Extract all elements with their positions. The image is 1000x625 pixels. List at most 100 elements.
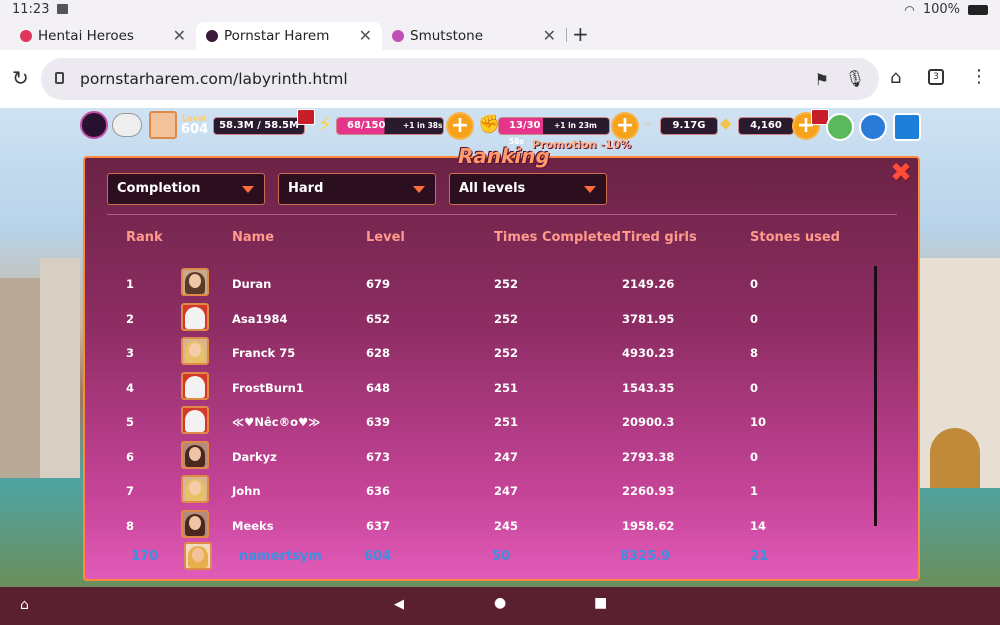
level: 652 [366,311,391,326]
koban-bar: 4,160 [738,117,794,135]
add-fight-button[interactable]: + [611,112,639,140]
new-tab-icon[interactable]: + [572,22,589,46]
player-name: Darkyz [232,449,277,464]
avatar[interactable] [181,371,209,400]
table-row[interactable]: 3 Franck 75 628 252 4930.23 8 [0,337,1000,380]
bookmark-icon[interactable]: ⚑ [815,70,829,89]
player-avatar[interactable] [149,111,177,139]
home-shortcut-icon[interactable]: ⌂ [20,597,29,613]
my-tired-girls: 8325.9 [620,549,671,564]
close-icon[interactable]: ✖ [888,160,914,186]
avatar[interactable] [181,302,209,331]
koban-icon: ◆ [720,114,732,132]
url-text[interactable]: pornstarharem.com/labyrinth.html [80,70,348,88]
game-hud: Level 604 58.3M / 58.5M ⚡ 68/150 +1 in 3… [0,108,1000,148]
avatar-face [189,515,201,530]
header-level[interactable]: Level [366,230,405,245]
game-logo[interactable] [80,111,108,139]
more-menu-icon[interactable]: ⋮ [970,66,988,87]
avatar[interactable] [181,475,209,503]
scrollbar[interactable] [874,266,877,526]
times-completed: 251 [494,380,519,395]
my-ranking-row: 170 namertsym 604 50 8325.9 21 [0,542,1000,583]
avatar[interactable] [181,268,209,296]
energy-timer: +1 in 38s [402,121,443,130]
table-row[interactable]: 2 Asa1984 652 252 3781.95 0 [0,302,1000,346]
close-tab-icon[interactable]: ✕ [543,26,556,45]
tired-girls: 4930.23 [622,346,675,360]
wifi-icon: ◠ [904,2,915,17]
gift-icon[interactable] [297,109,315,125]
stones-used: 1 [750,484,759,498]
header-stones-used[interactable]: Stones used [750,230,840,245]
level: 648 [366,380,391,395]
fight-value: 13/30 [509,120,541,131]
player-name: Meeks [232,518,274,533]
energy-value: 68/150 [347,120,386,131]
avatar[interactable] [181,509,209,538]
table-row[interactable]: 6 Darkyz 673 247 2793.38 0 [0,440,1000,484]
player-name: Asa1984 [232,311,288,326]
address-bar[interactable]: pornstarharem.com/labyrinth.html ⚑ 🎙 [41,58,879,100]
money-icon: ▰ [642,116,652,131]
header-tired-girls[interactable]: Tired girls [622,230,697,245]
tired-girls: 1543.35 [622,380,675,395]
mic-icon[interactable]: 🎙 [845,69,865,88]
table-row[interactable]: 8 Meeks 637 245 1958.62 14 [0,509,1000,553]
tab-pornstar-harem[interactable]: Pornstar Harem ✕ [196,22,382,50]
tab-smutstone[interactable]: Smutstone ✕ [382,22,566,50]
home-button-icon[interactable]: ● [494,595,506,611]
header-times-completed[interactable]: Times Completed [494,230,621,245]
chat-icon[interactable] [112,113,142,137]
close-tab-icon[interactable]: ✕ [359,26,372,45]
menu-icon[interactable] [893,113,921,141]
energy-icon: ⚡ [318,112,333,136]
battery-icon [968,4,988,15]
koban-value: 4,160 [750,120,782,131]
table-row[interactable]: 4 FrostBurn1 648 251 1543.35 0 [0,371,1000,415]
add-energy-button[interactable]: + [446,112,474,140]
shop-icon[interactable] [826,113,854,141]
mode-select[interactable]: Completion [107,173,265,205]
close-tab-icon[interactable]: ✕ [173,26,186,45]
tab-hentai-heroes[interactable]: Hentai Heroes ✕ [0,22,196,50]
clock: 11:23 [12,2,50,17]
tab-label: Hentai Heroes [38,28,134,44]
header-rank[interactable]: Rank [126,230,163,245]
avatar[interactable] [181,337,209,365]
level: 679 [366,277,391,291]
player-name: John [232,484,261,498]
tired-girls: 2793.38 [622,449,675,464]
game-area: Level 604 58.3M / 58.5M ⚡ 68/150 +1 in 3… [0,108,1000,587]
recents-icon[interactable]: ■ [594,595,607,611]
reload-icon[interactable]: ↻ [12,66,29,90]
table-row[interactable]: 1 Duran 679 252 2149.26 0 [0,268,1000,311]
avatar-face [189,412,201,426]
rank: 8 [126,518,135,533]
news-icon[interactable] [859,113,887,141]
level: 673 [366,449,391,464]
avatar[interactable] [181,406,209,434]
rank: 7 [126,484,135,498]
xp-bar: 58.3M / 58.5M [213,117,305,135]
level: 628 [366,346,391,360]
lock-icon [55,72,64,84]
my-times-completed: 50 [492,549,511,564]
table-row[interactable]: 7 John 636 247 2260.93 1 [0,475,1000,518]
hentai-heroes-favicon [20,30,32,42]
avatar[interactable] [181,440,209,469]
level-select[interactable]: All levels [449,173,607,205]
tab-count-button[interactable]: 3 [928,69,944,85]
avatar-face [189,481,201,495]
my-avatar [184,542,212,570]
battery-level: 100% [922,2,960,17]
table-row[interactable]: 5 ≪♥Nêc®o♥≫ 639 251 20900.3 10 [0,406,1000,449]
my-rank: 170 [131,549,159,564]
home-icon[interactable]: ⌂ [890,67,901,88]
difficulty-select[interactable]: Hard [278,173,436,205]
my-level: 604 [364,549,392,564]
stones-used: 0 [750,449,759,464]
back-icon[interactable]: ◀ [394,597,404,612]
level-select-value: All levels [459,181,526,196]
header-name[interactable]: Name [232,230,274,245]
